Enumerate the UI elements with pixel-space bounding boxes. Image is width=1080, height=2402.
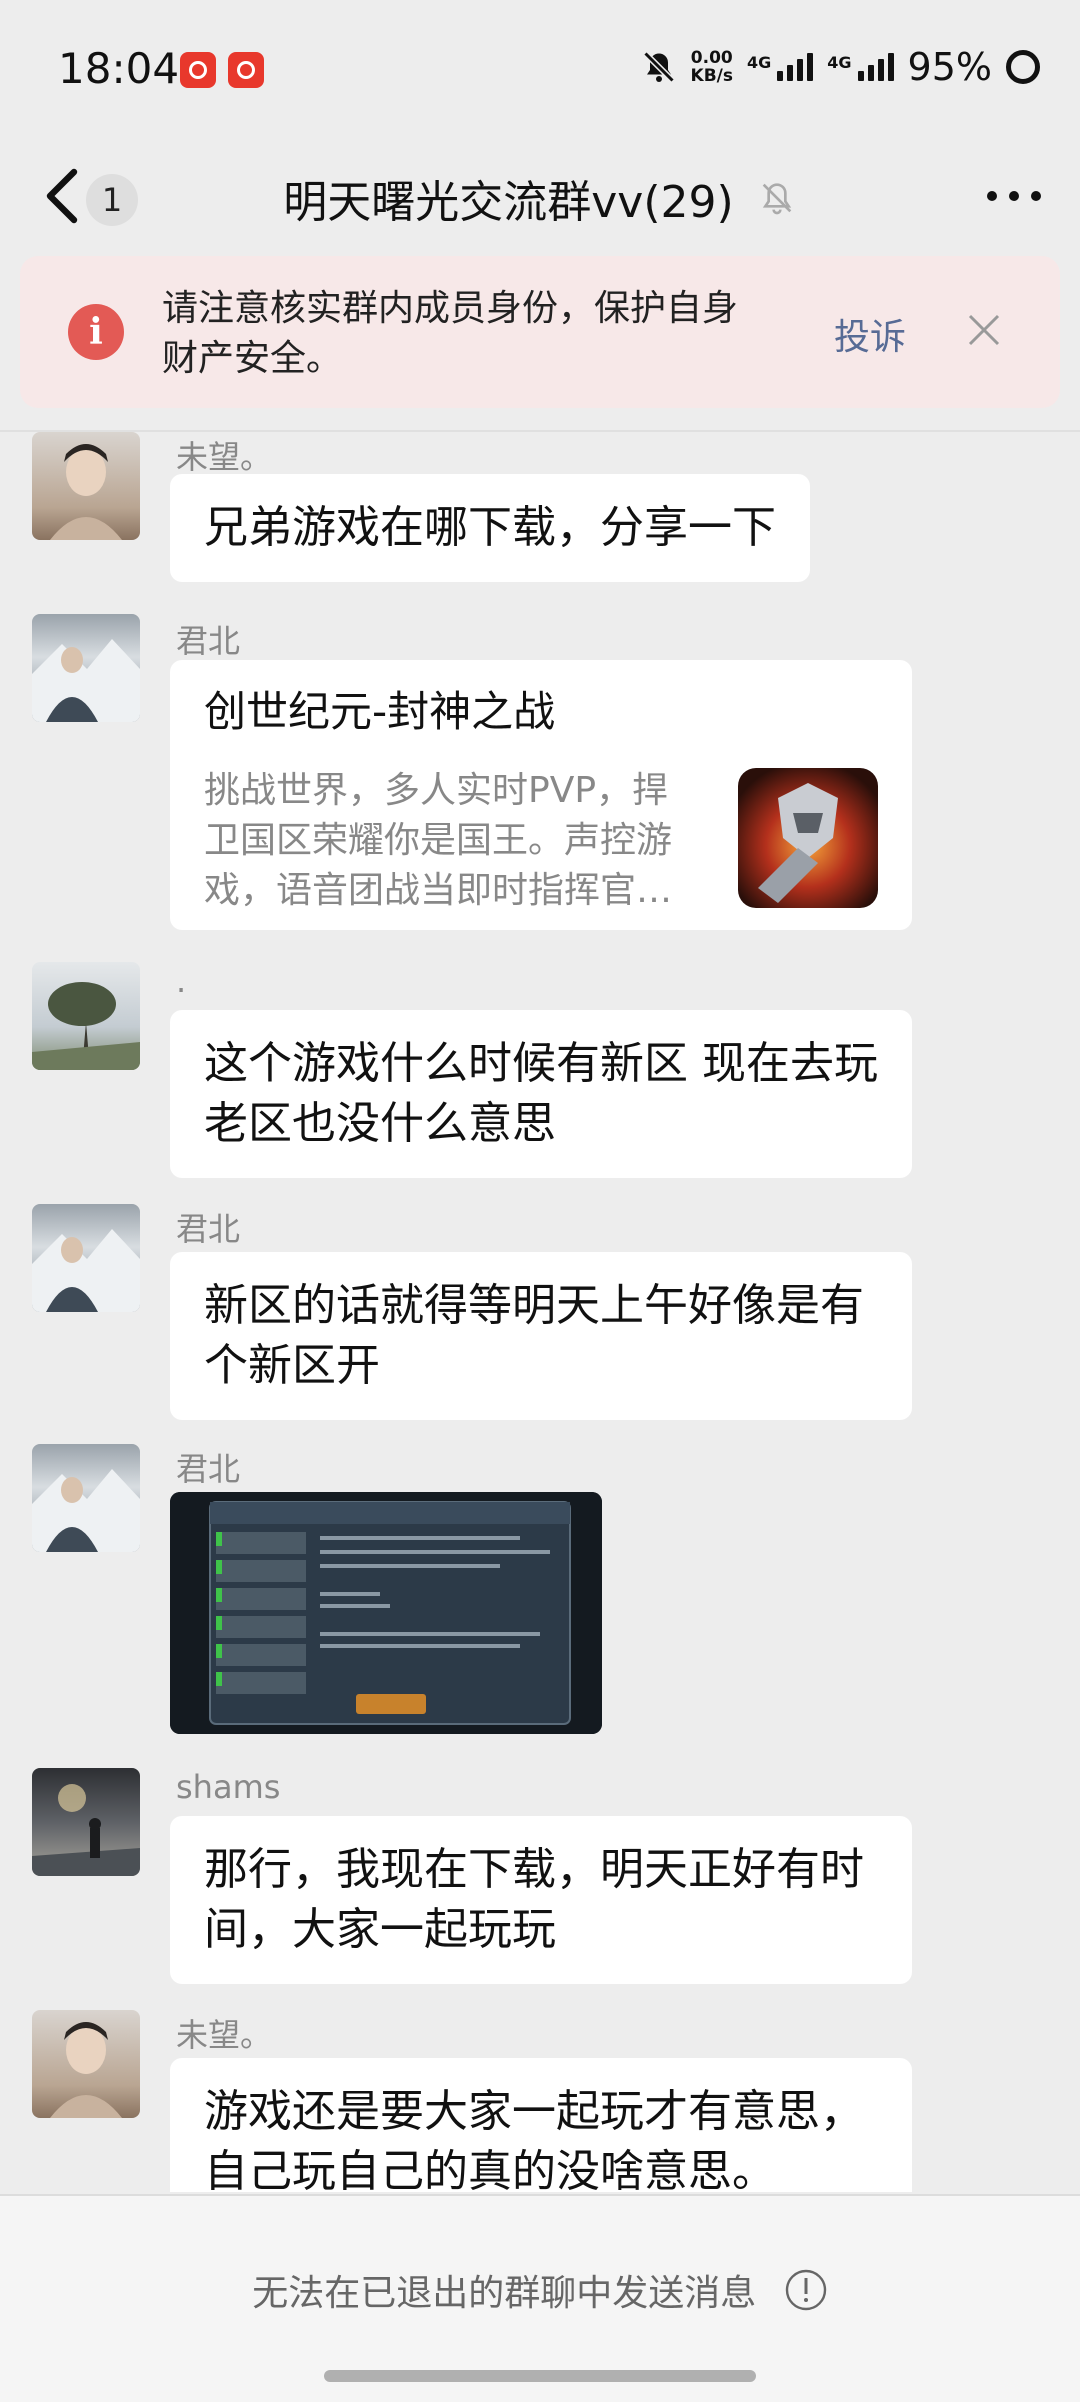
chat-title[interactable]: 明天曙光交流群vv(29): [283, 166, 733, 230]
avatar[interactable]: [32, 1768, 140, 1876]
app-notification-icon: [228, 52, 264, 88]
message-bubble[interactable]: 这个游戏什么时候有新区 现在去玩老区也没什么意思: [170, 1010, 912, 1178]
network-speed: 0.00 KB/s: [690, 48, 733, 86]
avatar[interactable]: [32, 962, 140, 1070]
sender-name: 未望。: [176, 438, 273, 476]
disabled-notice: 无法在已退出的群聊中发送消息: [0, 2264, 1080, 2316]
sender-name: 君北: [176, 1450, 241, 1488]
battery-ring-icon: [1006, 50, 1040, 84]
more-options-icon[interactable]: [980, 170, 1048, 222]
mute-bell-icon: [762, 183, 792, 215]
bell-muted-icon: [642, 51, 675, 83]
card-title: 创世纪元-封神之战: [204, 687, 556, 736]
avatar[interactable]: [32, 1444, 140, 1552]
battery-level: 95%: [907, 45, 992, 89]
chat-title-area: 明天曙光交流群vv(29): [0, 166, 1080, 230]
notice-text: 请注意核实群内成员身份，保护自身财产安全。: [162, 288, 739, 379]
message-bubble[interactable]: 游戏还是要大家一起玩才有意思，自己玩自己的真的没啥意思。: [170, 2058, 912, 2192]
avatar[interactable]: [32, 614, 140, 722]
status-indicators: 0.00 KB/s 4G 4G 95%: [641, 42, 1040, 92]
message-list[interactable]: 未望。 兄弟游戏在哪下载，分享一下 君北 创世纪元-封神之战 挑战世界，多人实时…: [0, 432, 1080, 2192]
security-notice-banner: i 请注意核实群内成员身份，保护自身财产安全。 投诉: [20, 256, 1060, 408]
close-icon[interactable]: [960, 306, 1008, 354]
link-card[interactable]: 创世纪元-封神之战 挑战世界，多人实时PVP，捍卫国区荣耀你是国王。声控游戏，语…: [170, 660, 912, 930]
avatar[interactable]: [32, 1204, 140, 1312]
sender-name: 君北: [176, 622, 241, 660]
sender-name: 未望。: [176, 2016, 273, 2054]
input-disabled-footer: 无法在已退出的群聊中发送消息: [0, 2194, 1080, 2402]
exclamation-info-icon[interactable]: [784, 2268, 828, 2312]
game-thumbnail: [738, 768, 878, 908]
app-notification-icon: [180, 52, 216, 88]
sender-name: .: [176, 962, 187, 1000]
status-bar: 18:04 0.00 KB/s 4G 4G 95%: [0, 0, 1080, 140]
chat-header: 1 明天曙光交流群vv(29): [0, 140, 1080, 252]
image-message[interactable]: [170, 1492, 602, 1734]
home-indicator[interactable]: [324, 2370, 756, 2382]
sender-name: shams: [176, 1768, 281, 1806]
disabled-notice-text: 无法在已退出的群聊中发送消息: [252, 2273, 757, 2314]
message-bubble[interactable]: 那行，我现在下载，明天正好有时间，大家一起玩玩: [170, 1816, 912, 1984]
signal-icon: 4G: [827, 53, 894, 81]
avatar[interactable]: [32, 432, 140, 540]
status-time: 18:04: [58, 44, 180, 93]
warning-info-icon: i: [68, 304, 124, 360]
sender-name: 君北: [176, 1210, 241, 1248]
signal-icon: 4G: [747, 53, 814, 81]
message-bubble[interactable]: 新区的话就得等明天上午好像是有个新区开: [170, 1252, 912, 1420]
card-description: 挑战世界，多人实时PVP，捍卫国区荣耀你是国王。声控游戏，语音团战当即时指挥官…: [204, 770, 673, 911]
avatar[interactable]: [32, 2010, 140, 2118]
message-bubble[interactable]: 兄弟游戏在哪下载，分享一下: [170, 474, 810, 582]
report-link[interactable]: 投诉: [834, 308, 906, 360]
